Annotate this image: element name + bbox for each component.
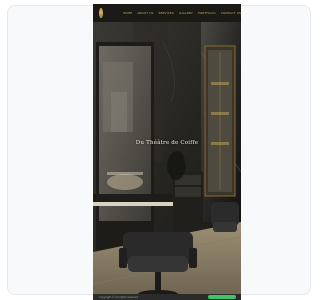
site-navbar: HOME ABOUT US SERVICES GALLERY PORTFOLIO… [93,4,241,22]
nav-item-portfolio[interactable]: PORTFOLIO [198,11,216,15]
nav-item-about[interactable]: ABOUT US [137,11,153,15]
footer-bar: Copyright © All rights reserved [93,294,241,300]
nav-item-contact[interactable]: CONTACT US [221,11,241,15]
salon-logo[interactable] [99,8,103,18]
hero-title: Du Théâtre de Coiffe [135,140,199,146]
salon-interior-photo [93,22,241,300]
nav-item-gallery[interactable]: GALLERY [179,11,193,15]
whatsapp-button[interactable] [208,295,236,299]
footer-text: Copyright © All rights reserved [99,295,139,299]
nav-menu: HOME ABOUT US SERVICES GALLERY PORTFOLIO… [123,11,241,15]
nav-item-services[interactable]: SERVICES [159,11,174,15]
nav-item-home[interactable]: HOME [123,11,133,15]
website-preview[interactable]: HOME ABOUT US SERVICES GALLERY PORTFOLIO… [93,4,241,300]
